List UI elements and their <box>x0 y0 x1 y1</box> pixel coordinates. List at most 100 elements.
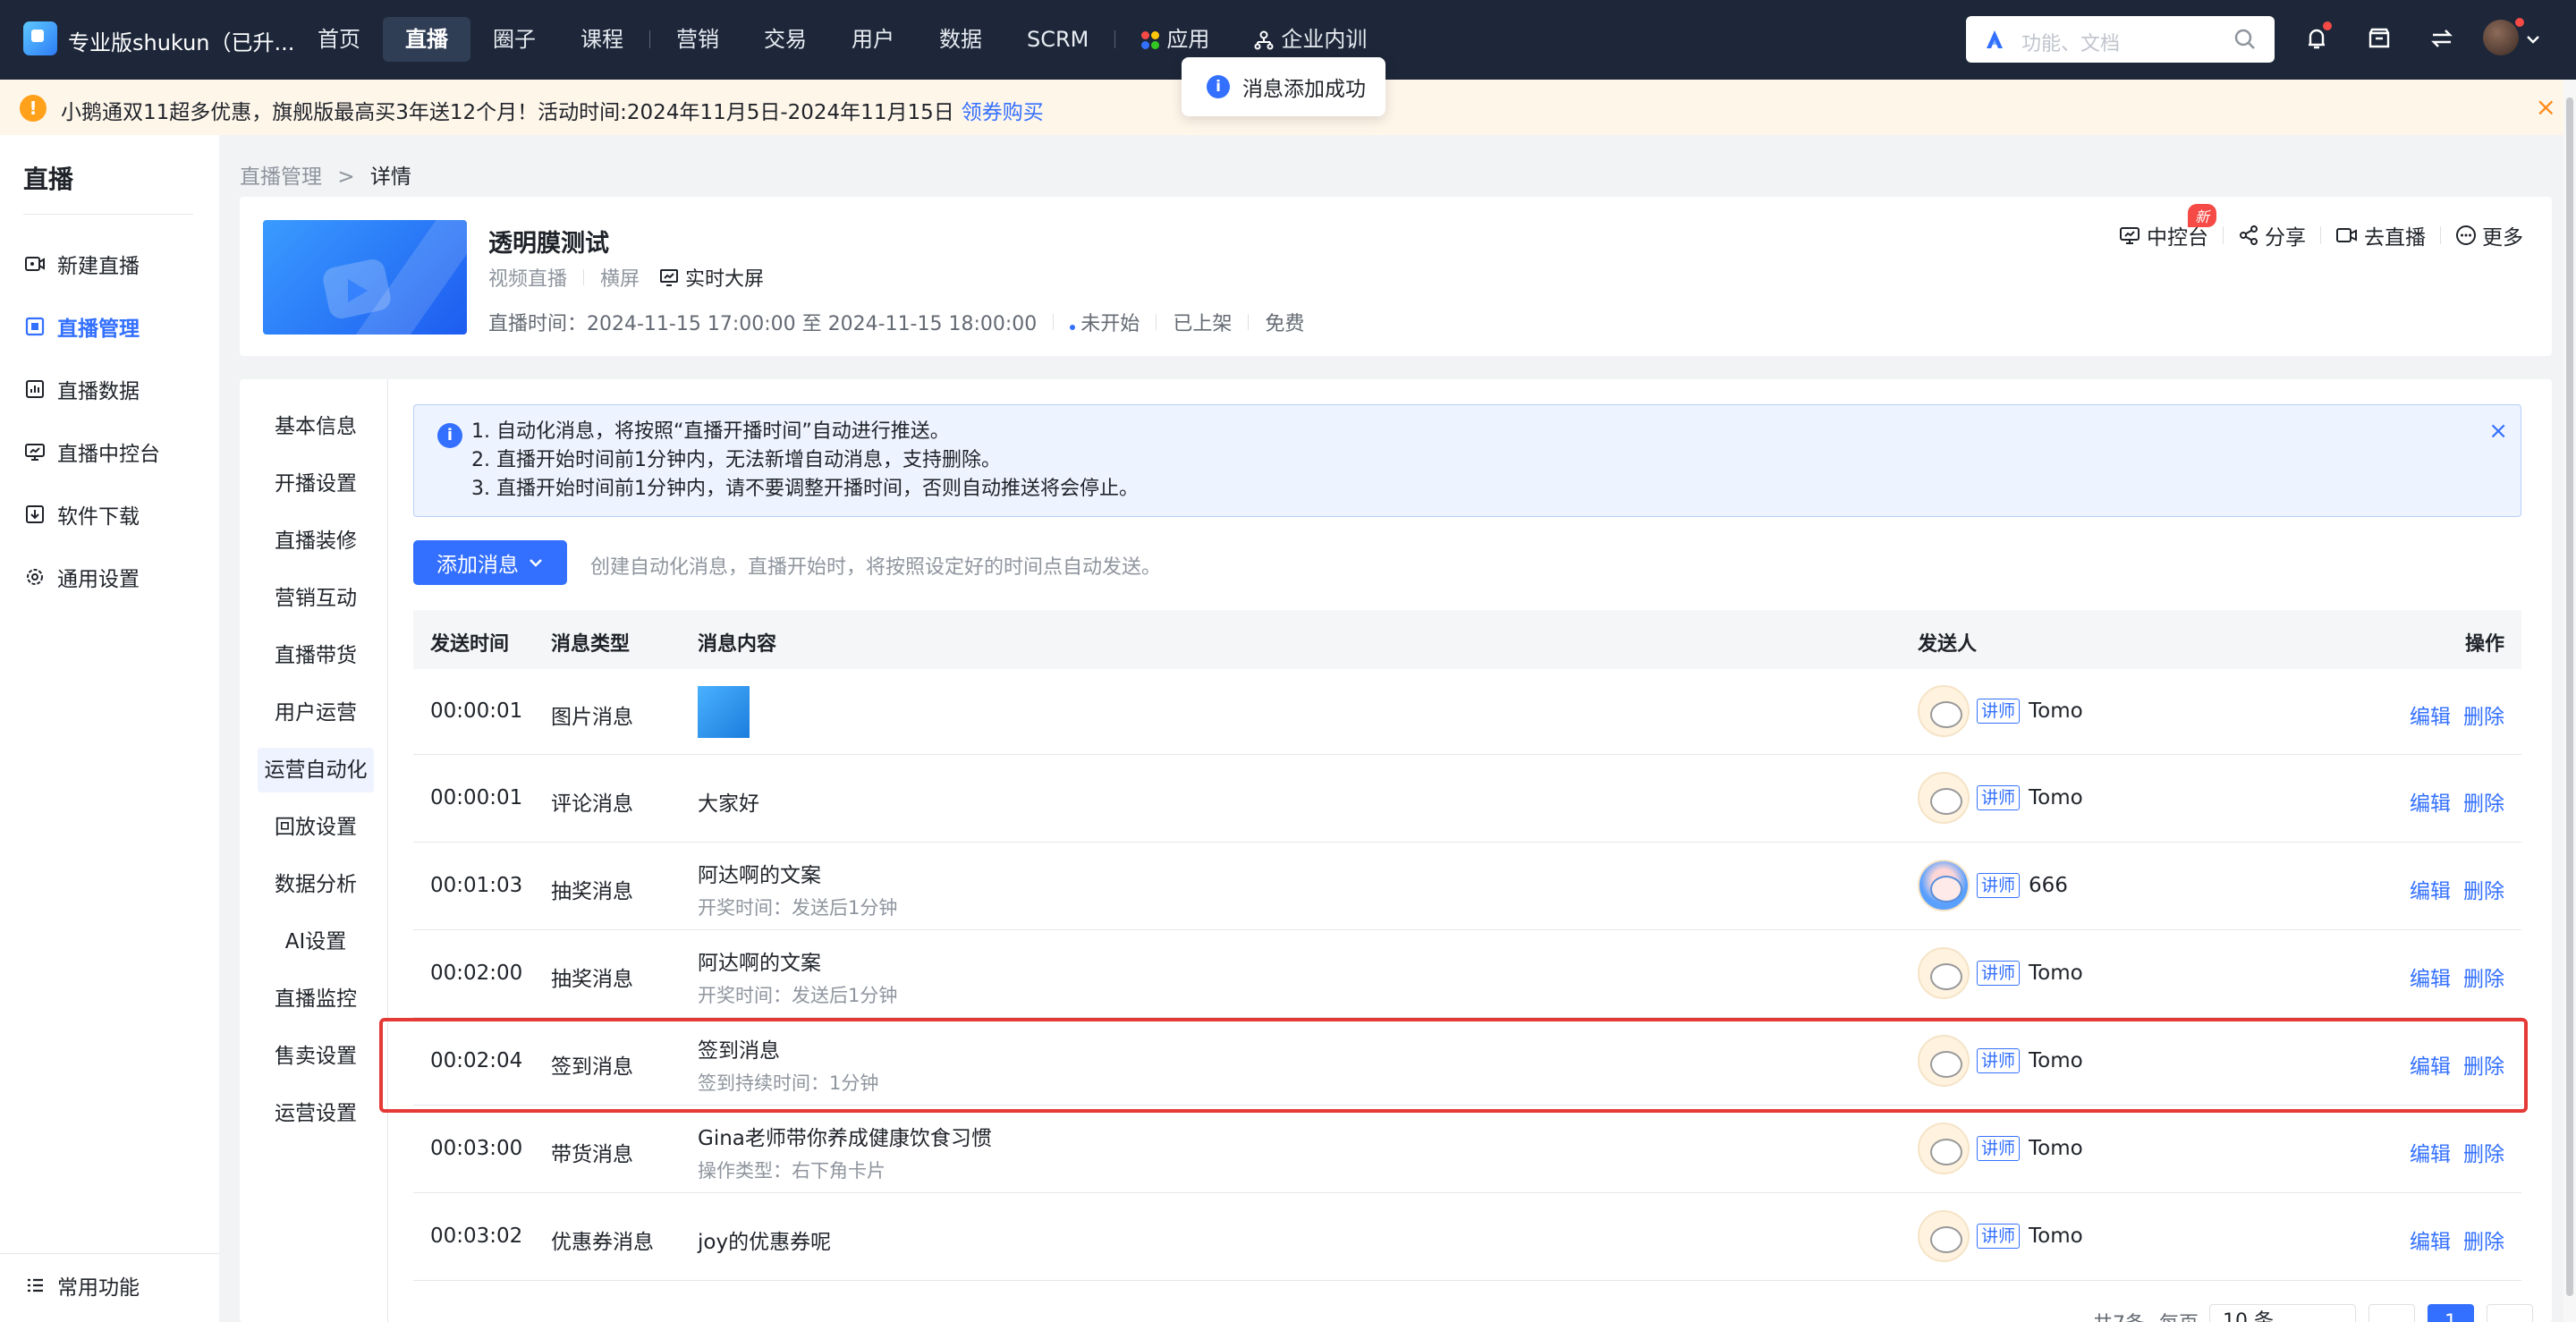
sidebar-item-console[interactable]: 直播中控台 <box>0 425 219 479</box>
delete-button[interactable]: 删除 <box>2463 706 2504 729</box>
nav-divider <box>649 30 650 48</box>
nav-training[interactable]: 企业内训 <box>1232 17 1389 62</box>
breadcrumb-parent[interactable]: 直播管理 <box>240 165 322 189</box>
tab-ops-settings[interactable]: 运营设置 <box>258 1091 374 1136</box>
delete-button[interactable]: 删除 <box>2463 968 2504 991</box>
app-logo-icon[interactable] <box>23 21 57 55</box>
nav-live[interactable]: 直播 <box>383 17 470 62</box>
sender-avatar <box>1918 685 1970 737</box>
live-meta: 直播时间：2024-11-15 17:00:00 至 2024-11-15 18… <box>488 308 1304 336</box>
list-icon <box>28 1278 43 1292</box>
edit-button[interactable]: 编辑 <box>2410 1143 2451 1166</box>
delete-button[interactable]: 删除 <box>2463 880 2504 903</box>
edit-button[interactable]: 编辑 <box>2410 706 2451 729</box>
role-tag: 讲师 <box>1977 961 2021 986</box>
sidebar-item-new-live[interactable]: 新建直播 <box>0 237 219 291</box>
role-tag: 讲师 <box>1977 699 2021 724</box>
nav-users[interactable]: 用户 <box>829 17 917 62</box>
send-time: 00:03:00 <box>430 1137 523 1160</box>
sender-avatar <box>1918 947 1970 999</box>
close-icon[interactable]: × <box>2488 418 2508 445</box>
sender-avatar <box>1918 860 1970 911</box>
chevron-down-icon[interactable] <box>2524 30 2542 48</box>
live-header-card: 透明膜测试 视频直播 横屏 实时大屏 直播时间：2024-11-15 17:00… <box>240 197 2552 356</box>
switch-icon[interactable] <box>2427 23 2457 54</box>
nav-scrm[interactable]: SCRM <box>1004 17 1111 62</box>
page-size-select[interactable]: 10 条 <box>2209 1304 2357 1322</box>
sender: 讲师 666 <box>1918 860 2068 911</box>
tab-automation[interactable]: 运营自动化 <box>258 748 374 792</box>
tab-ai[interactable]: AI设置 <box>258 919 374 964</box>
close-icon[interactable]: × <box>2536 92 2556 122</box>
share-button[interactable]: 分享 <box>2238 220 2306 250</box>
content-text: 签到消息 <box>698 1039 780 1063</box>
tab-marketing[interactable]: 营销互动 <box>258 576 374 621</box>
sidebar-item-settings[interactable]: 通用设置 <box>0 550 219 604</box>
more-button[interactable]: 更多 <box>2455 220 2523 250</box>
sidebar-item-live-manage[interactable]: 直播管理 <box>0 300 219 353</box>
nav-marketing[interactable]: 营销 <box>654 17 741 62</box>
message-image-thumb[interactable] <box>698 686 750 738</box>
message-type: 签到消息 <box>551 1055 633 1079</box>
sender: 讲师 Tomo <box>1918 1035 2083 1087</box>
send-time: 00:00:01 <box>430 699 523 723</box>
message-type: 评论消息 <box>551 792 633 816</box>
delete-button[interactable]: 删除 <box>2463 792 2504 816</box>
tab-analysis[interactable]: 数据分析 <box>258 862 374 907</box>
nav-course[interactable]: 课程 <box>558 17 646 62</box>
nav-trade[interactable]: 交易 <box>741 17 829 62</box>
tab-user-ops[interactable]: 用户运营 <box>258 691 374 735</box>
bigscreen-link[interactable]: 实时大屏 <box>658 263 764 292</box>
page-1-button[interactable]: 1 <box>2428 1304 2475 1322</box>
tab-decoration[interactable]: 直播装修 <box>258 519 374 564</box>
table-row: 00:02:00 抽奖消息 阿达啊的文案 开奖时间：发送后1分钟 讲师 Tomo 编辑 删除 <box>413 930 2521 1018</box>
sidebar-item-common[interactable]: 常用功能 <box>0 1258 219 1312</box>
scrollbar-thumb[interactable] <box>2566 97 2573 1296</box>
tab-replay[interactable]: 回放设置 <box>258 805 374 850</box>
nav-circle[interactable]: 圈子 <box>470 17 558 62</box>
delete-button[interactable]: 删除 <box>2463 1055 2504 1079</box>
user-avatar[interactable] <box>2483 20 2519 55</box>
tab-monitor[interactable]: 直播监控 <box>258 977 374 1021</box>
info-notice: i 1. 自动化消息，将按照“直播开播时间”自动进行推送。 2. 直播开始时间前… <box>413 404 2521 517</box>
search-box[interactable]: 功能、文档 <box>1966 16 2275 63</box>
bigscreen-label: 实时大屏 <box>685 268 765 291</box>
manage-icon <box>25 317 45 336</box>
coupon-link[interactable]: 领券购买 <box>962 101 1044 124</box>
page-scrollbar[interactable] <box>2563 80 2576 1322</box>
add-message-hint: 创建自动化消息，直播开始时，将按照设定好的时间点自动发送。 <box>590 556 1162 579</box>
tab-sales[interactable]: 售卖设置 <box>258 1034 374 1079</box>
send-time: 00:03:02 <box>430 1225 523 1248</box>
sender-name: Tomo <box>2029 1049 2083 1072</box>
edit-button[interactable]: 编辑 <box>2410 792 2451 816</box>
store-icon[interactable] <box>2364 23 2394 54</box>
next-page-button[interactable] <box>2487 1304 2534 1322</box>
nav-home[interactable]: 首页 <box>295 17 383 62</box>
console-button[interactable]: 中控台 新 <box>2118 204 2217 250</box>
message-type: 抽奖消息 <box>551 968 633 991</box>
edit-button[interactable]: 编辑 <box>2410 1231 2451 1254</box>
sidebar-item-label: 通用设置 <box>57 568 140 591</box>
shop-name[interactable]: 专业版shukun（已升... <box>68 25 294 56</box>
live-cover-image <box>263 220 467 335</box>
nav-data[interactable]: 数据 <box>917 17 1004 62</box>
live-status-text: 未开始 <box>1080 313 1140 335</box>
edit-button[interactable]: 编辑 <box>2410 880 2451 903</box>
go-live-button[interactable]: 去直播 <box>2335 220 2426 250</box>
nav-apps[interactable]: 应用 <box>1119 17 1232 62</box>
edit-button[interactable]: 编辑 <box>2410 1055 2451 1079</box>
edit-button[interactable]: 编辑 <box>2410 968 2451 991</box>
breadcrumb: 直播管理 > 详情 <box>240 159 411 190</box>
delete-button[interactable]: 删除 <box>2463 1143 2504 1166</box>
tab-basic-info[interactable]: 基本信息 <box>258 404 374 449</box>
prev-page-button[interactable] <box>2368 1304 2416 1322</box>
table-row: 00:00:01 评论消息 大家好 讲师 Tomo 编辑 删除 <box>413 755 2521 843</box>
delete-button[interactable]: 删除 <box>2463 1231 2504 1254</box>
tab-start-settings[interactable]: 开播设置 <box>258 462 374 506</box>
search-icon[interactable] <box>2233 28 2257 51</box>
sidebar-item-live-data[interactable]: 直播数据 <box>0 362 219 416</box>
tab-selling[interactable]: 直播带货 <box>258 633 374 678</box>
sidebar-item-download[interactable]: 软件下载 <box>0 487 219 541</box>
info-icon: i <box>437 423 462 448</box>
add-message-button[interactable]: 添加消息 <box>413 540 567 585</box>
